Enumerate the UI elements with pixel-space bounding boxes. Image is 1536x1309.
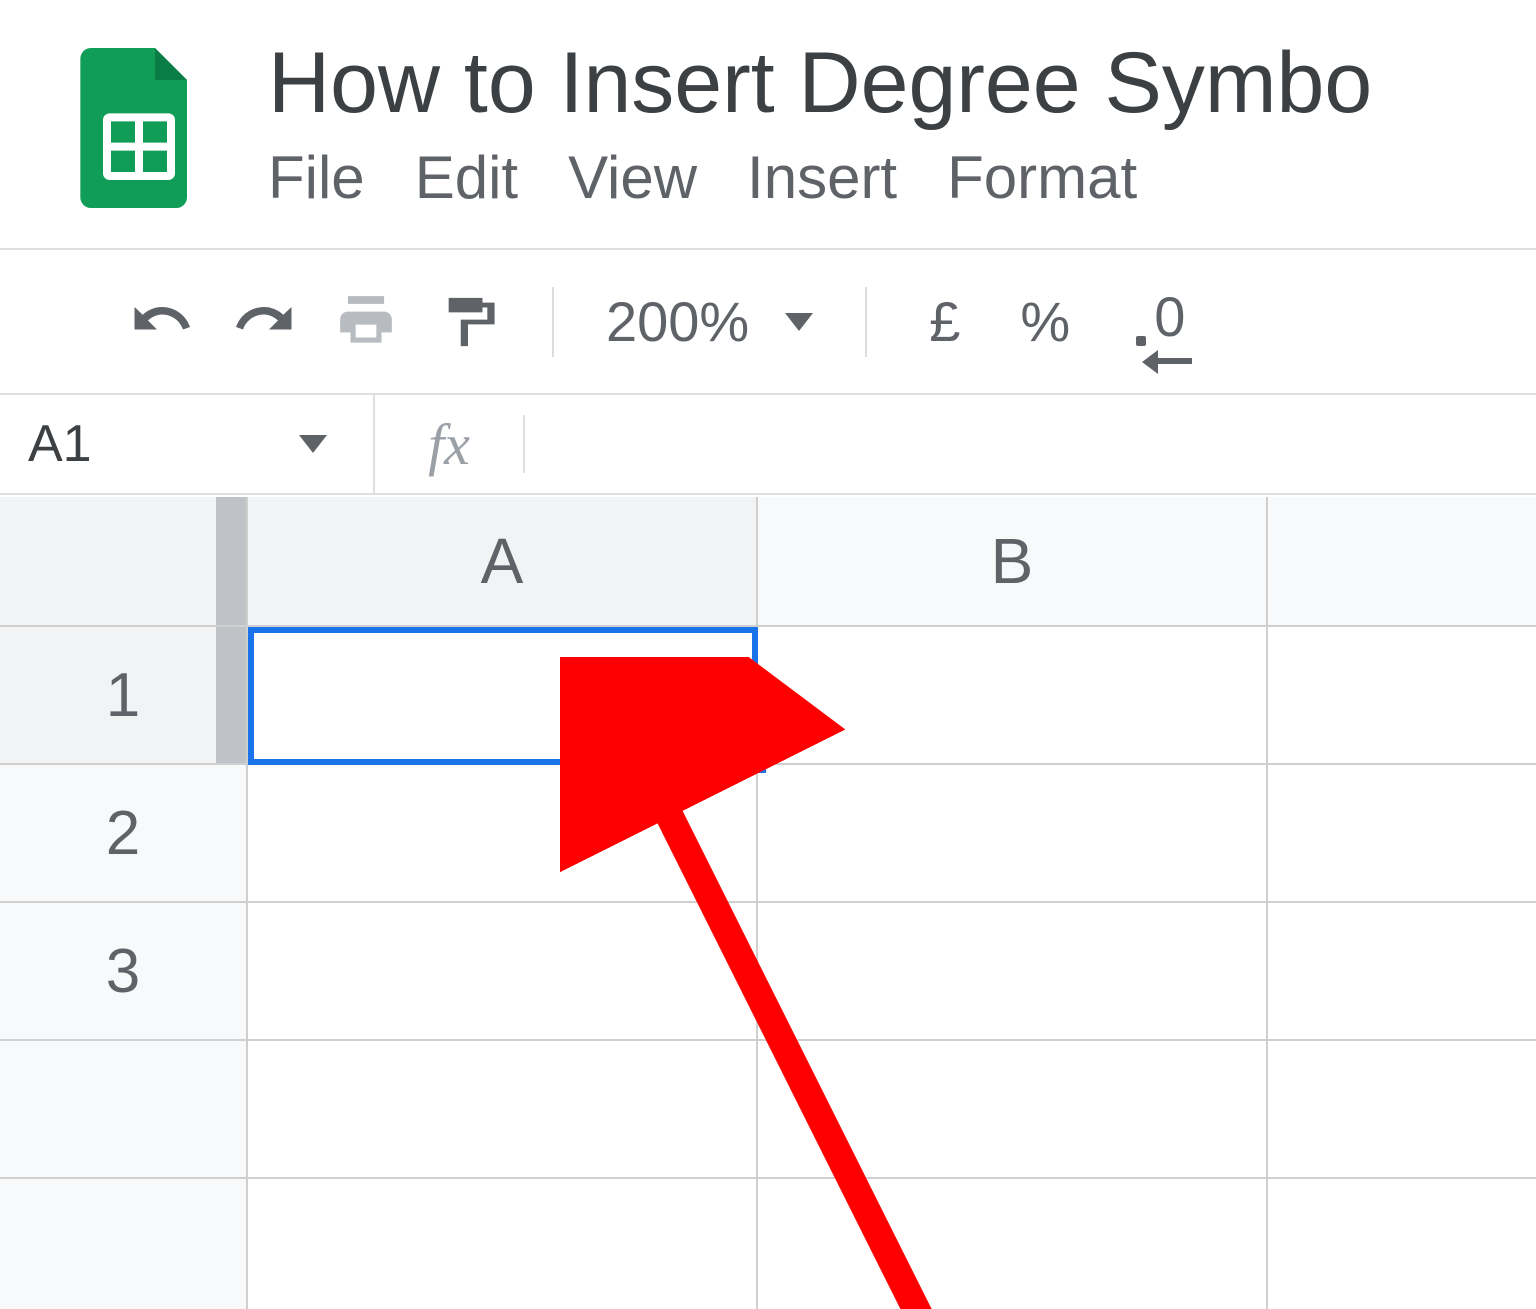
cell-B2[interactable] — [758, 765, 1268, 901]
row-header-blank[interactable] — [0, 1041, 248, 1177]
google-sheets-window: How to Insert Degree Symbo File Edit Vie… — [0, 0, 1536, 1309]
rows: 1 2 3 — [0, 627, 1536, 1309]
row-2: 2 — [0, 765, 1536, 903]
column-header-B[interactable]: B — [758, 497, 1268, 625]
cell-overflow[interactable] — [1268, 765, 1536, 901]
format-currency-button[interactable]: £ — [929, 289, 960, 354]
row-header-3[interactable]: 3 — [0, 903, 248, 1039]
select-all-corner[interactable] — [0, 497, 248, 625]
name-box[interactable]: A1 — [0, 395, 375, 493]
header: How to Insert Degree Symbo File Edit Vie… — [0, 0, 1536, 250]
cell-blank[interactable] — [248, 1041, 758, 1177]
menu-view[interactable]: View — [568, 143, 697, 212]
redo-icon[interactable] — [232, 290, 296, 354]
spreadsheet-grid: A B 1 2 3 — [0, 497, 1536, 1309]
menu-file[interactable]: File — [268, 143, 365, 212]
cell-B3[interactable] — [758, 903, 1268, 1039]
row-3: 3 — [0, 903, 1536, 1041]
paint-format-icon[interactable] — [436, 290, 500, 354]
toolbar: 200% £ % 0 — [0, 250, 1536, 395]
menu-format[interactable]: Format — [947, 143, 1137, 212]
zoom-dropdown[interactable]: 200% — [606, 289, 813, 354]
cell-B1[interactable] — [758, 627, 1268, 763]
column-headers: A B — [0, 497, 1536, 627]
fx-icon: fx — [375, 415, 525, 474]
menu-edit[interactable]: Edit — [415, 143, 518, 212]
document-title[interactable]: How to Insert Degree Symbo — [268, 34, 1536, 133]
menu-bar: File Edit View Insert Format — [268, 143, 1536, 212]
chevron-down-icon — [299, 435, 327, 453]
title-block: How to Insert Degree Symbo File Edit Vie… — [268, 34, 1536, 212]
sheets-logo-icon[interactable] — [80, 48, 198, 208]
row-blank — [0, 1041, 1536, 1179]
row-header-2[interactable]: 2 — [0, 765, 248, 901]
row-blank — [0, 1179, 1536, 1309]
toolbar-separator — [552, 287, 554, 357]
row-header-1[interactable]: 1 — [0, 627, 248, 763]
cell-overflow[interactable] — [1268, 627, 1536, 763]
cell-blank[interactable] — [1268, 1179, 1536, 1309]
chevron-down-icon — [785, 313, 813, 331]
cell-blank[interactable] — [758, 1041, 1268, 1177]
menu-insert[interactable]: Insert — [747, 143, 897, 212]
number-format-group: £ % 0 — [929, 289, 1200, 354]
undo-icon[interactable] — [130, 290, 194, 354]
row-header-blank[interactable] — [0, 1179, 248, 1309]
column-header-overflow — [1268, 497, 1536, 625]
column-header-A[interactable]: A — [248, 497, 758, 625]
cell-A1[interactable] — [248, 627, 758, 763]
cell-A3[interactable] — [248, 903, 758, 1039]
zoom-value: 200% — [606, 289, 749, 354]
cell-blank[interactable] — [248, 1179, 758, 1309]
name-box-value: A1 — [28, 414, 92, 474]
print-icon[interactable] — [334, 290, 398, 354]
cell-A2[interactable] — [248, 765, 758, 901]
cell-blank[interactable] — [758, 1179, 1268, 1309]
format-percent-button[interactable]: % — [1020, 289, 1070, 354]
row-1: 1 — [0, 627, 1536, 765]
decrease-decimal-button[interactable]: 0 — [1130, 292, 1200, 352]
cell-overflow[interactable] — [1268, 903, 1536, 1039]
cell-blank[interactable] — [1268, 1041, 1536, 1177]
formula-bar-row: A1 fx — [0, 395, 1536, 495]
toolbar-separator — [865, 287, 867, 357]
